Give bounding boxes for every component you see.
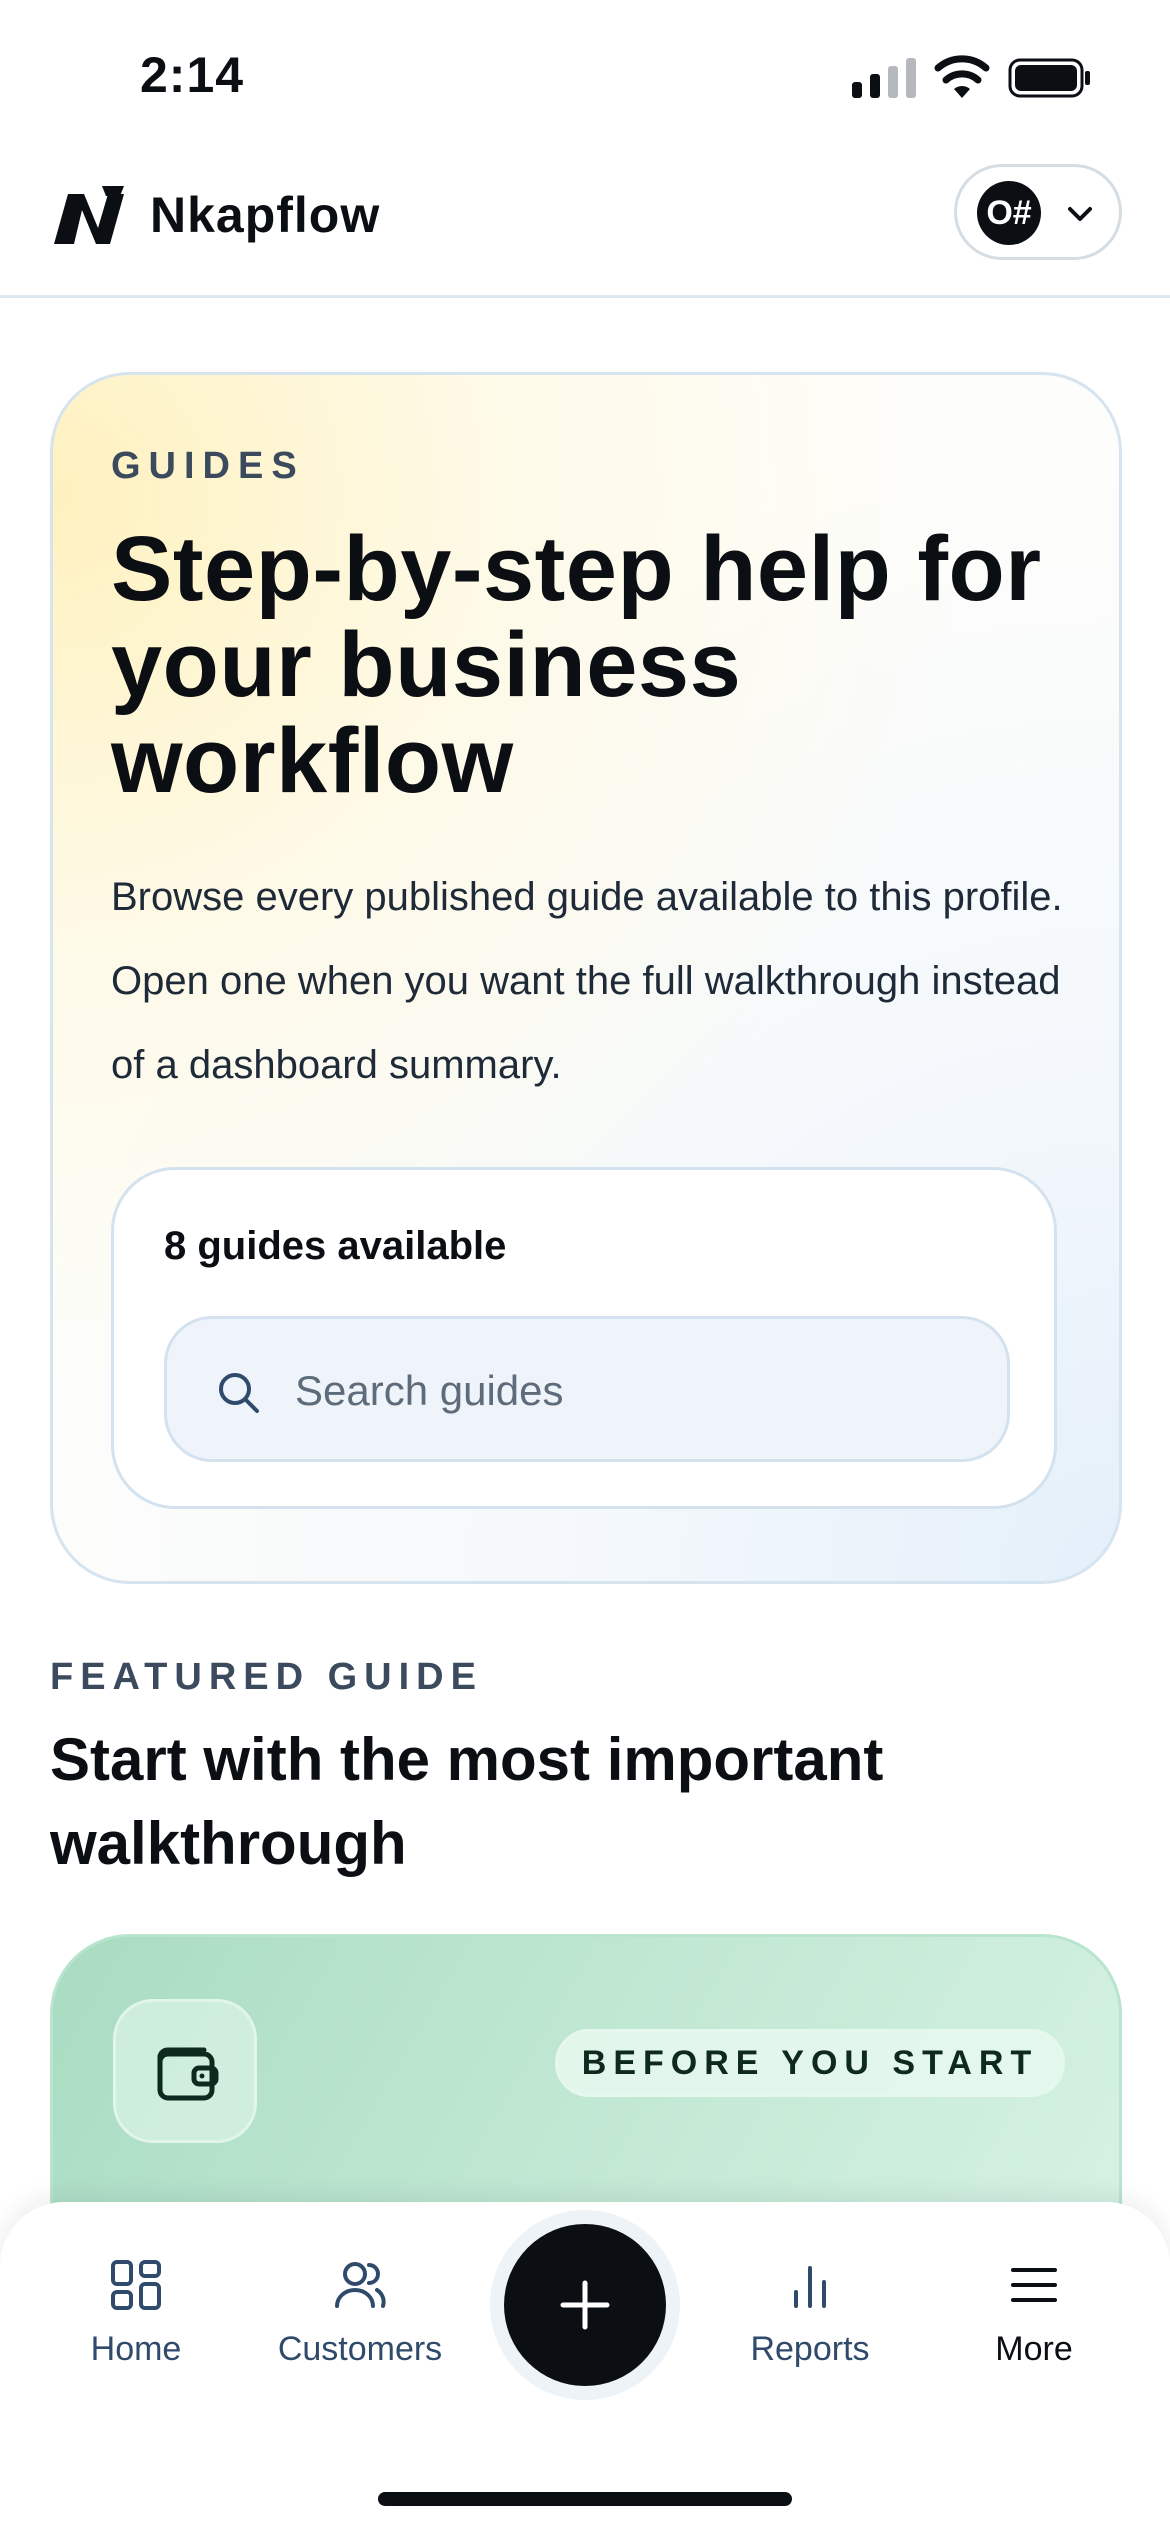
plus-icon [560,2280,610,2330]
nav-label-more: More [995,2330,1073,2368]
bottom-navigation: Home Customers Reports More [0,2202,1170,2532]
guides-hero-card: GUIDES Step-by-step help for your busine… [50,372,1122,1584]
bar-chart-icon [794,2266,826,2308]
wallet-icon [157,2047,219,2101]
page-title: Step-by-step help for your business work… [111,518,1042,812]
featured-title: Start with the most important walkthroug… [50,1726,884,1877]
nav-item-customers[interactable]: Customers [260,2258,460,2388]
status-bar: 2:14 [0,0,1170,150]
add-button[interactable] [504,2224,666,2386]
wallet-tile [113,1999,257,2143]
before-you-start-badge: BEFORE YOU START [555,2029,1065,2097]
status-time: 2:14 [140,47,245,103]
avatar: O# [977,181,1041,245]
signal-icon [852,58,916,98]
search-field[interactable] [164,1316,1010,1462]
chevron-down-icon [1068,207,1092,221]
search-icon [219,1373,259,1413]
hero-eyebrow: GUIDES [111,445,305,487]
guides-search-panel: 8 guides available [111,1167,1057,1509]
nav-item-more[interactable]: More [934,2258,1134,2388]
guides-screen: 2:14 Nkapflow O# GUIDES Step-by-step hel… [0,0,1170,2532]
nav-label-home: Home [90,2330,182,2368]
users-icon [335,2262,386,2308]
guides-count: 8 guides available [164,1224,507,1268]
profile-switcher-button[interactable]: O# [954,164,1122,260]
featured-eyebrow: FEATURED GUIDE [50,1656,483,1698]
home-indicator [378,2492,792,2506]
menu-icon [1011,2268,1057,2302]
battery-icon [1008,58,1090,98]
wifi-icon [934,55,990,98]
app-header: Nkapflow O# [0,150,1170,298]
fab-ring [490,2210,680,2400]
nav-label-customers: Customers [277,2330,443,2368]
brand-logo-icon [54,186,124,244]
grid-icon [111,2260,161,2310]
nav-item-reports[interactable]: Reports [710,2258,910,2388]
brand-name: Nkapflow [150,187,381,243]
nav-label-reports: Reports [750,2330,870,2368]
search-input[interactable] [295,1349,975,1433]
nav-item-home[interactable]: Home [36,2258,236,2388]
hero-description: Browse every published guide available t… [111,875,1063,1087]
